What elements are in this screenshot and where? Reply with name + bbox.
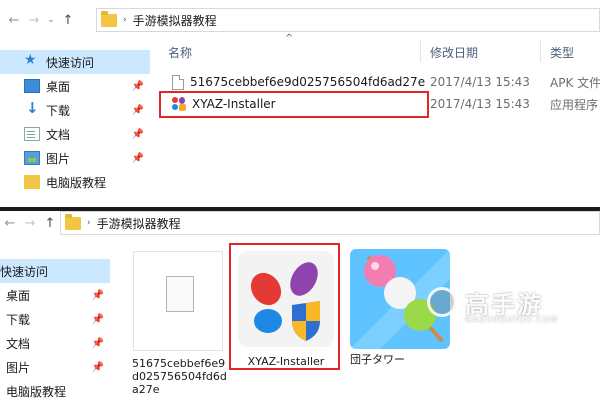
up-arrow-icon[interactable]: ↑	[58, 13, 78, 28]
file-type: APK 文件	[550, 75, 600, 90]
nav-item-label: 快速访问	[46, 55, 95, 70]
back-arrow-icon[interactable]: ←	[0, 216, 20, 231]
folder-icon	[24, 175, 40, 189]
nav-item-downloads[interactable]: 下载 📌	[0, 307, 110, 331]
file-name: 51675cebbef6e9d025756504fd6ad27e	[190, 75, 426, 89]
up-arrow-icon[interactable]: ↑	[40, 216, 60, 231]
pin-icon[interactable]: 📌	[132, 129, 144, 140]
pin-icon[interactable]: 📌	[92, 314, 104, 325]
nav-item-label: 下载	[6, 312, 31, 327]
pin-icon[interactable]: 📌	[92, 290, 104, 301]
nav-item-desktop[interactable]: 桌面 📌	[0, 283, 110, 307]
file-date: 2017/4/13 15:43	[430, 75, 530, 89]
nav-item-documents[interactable]: 文档 📌	[0, 331, 110, 355]
nav-item-label: 图片	[46, 151, 71, 166]
star-icon	[24, 52, 40, 69]
breadcrumb-separator-icon[interactable]: ›	[123, 15, 127, 25]
navigation-pane: 快速访问 桌面 📌 下载 📌 文档 📌 图片 📌 电脑版教程	[0, 259, 110, 400]
file-row[interactable]: 51675cebbef6e9d025756504fd6ad27e 2017/4/…	[166, 72, 600, 92]
nav-item-label: 桌面	[46, 79, 71, 94]
file-tile-label: 51675cebbef6e9d025756504fd6da27e	[132, 357, 227, 396]
picture-icon	[24, 151, 40, 165]
pin-icon[interactable]: 📌	[92, 362, 104, 373]
watermark: 高手游 GAOSHOUYOU.COM	[425, 285, 600, 325]
column-header-type[interactable]: 类型	[550, 44, 574, 61]
blank-file-icon	[172, 74, 184, 90]
breadcrumb-path[interactable]: 手游模拟器教程	[97, 215, 181, 232]
recent-locations-chevron-icon[interactable]: ⌄	[44, 15, 58, 25]
nav-item-downloads[interactable]: 下载 📌	[0, 98, 150, 122]
bottom-navigation-bar: ← → ↑ › 手游模拟器教程	[0, 211, 600, 235]
download-icon	[24, 99, 40, 117]
column-header-date[interactable]: 修改日期	[430, 44, 478, 61]
nav-item-label: 电脑版教程	[46, 175, 107, 190]
nav-item-label: 桌面	[6, 288, 31, 303]
folder-icon	[101, 10, 117, 27]
column-divider[interactable]	[540, 40, 541, 62]
pin-icon[interactable]: 📌	[92, 338, 104, 349]
nav-item-quick-access[interactable]: 快速访问	[0, 259, 110, 283]
nav-item-label: 快速访问	[0, 264, 49, 279]
sort-ascending-icon: ^	[285, 33, 294, 44]
nav-item-tutorial-folder[interactable]: 电脑版教程	[0, 170, 150, 194]
desktop-icon	[24, 79, 40, 93]
navigation-pane: 快速访问 桌面 📌 下载 📌 文档 📌 图片 📌 电脑版教程	[0, 50, 150, 194]
nav-item-pictures[interactable]: 图片 📌	[0, 146, 150, 170]
address-bar[interactable]: › 手游模拟器教程	[60, 211, 600, 235]
highlight-box	[159, 91, 429, 118]
file-date: 2017/4/13 15:43	[430, 97, 530, 111]
nav-item-label: 电脑版教程	[6, 384, 67, 399]
top-explorer-window: ← → ⌄ ↑ › 手游模拟器教程 快速访问 桌面 📌 下载 📌 文档 📌	[0, 0, 600, 207]
nav-item-tutorial-folder[interactable]: 电脑版教程	[0, 379, 110, 400]
folder-icon	[65, 213, 81, 230]
nav-item-documents[interactable]: 文档 📌	[0, 122, 150, 146]
column-header-name[interactable]: 名称	[168, 44, 192, 61]
column-divider[interactable]	[420, 40, 421, 62]
pin-icon[interactable]: 📌	[132, 153, 144, 164]
forward-arrow-icon[interactable]: →	[20, 216, 40, 231]
address-bar[interactable]: › 手游模拟器教程	[96, 8, 600, 32]
nav-item-label: 下载	[46, 103, 71, 118]
pin-icon[interactable]: 📌	[132, 105, 144, 116]
nav-item-pictures[interactable]: 图片 📌	[0, 355, 110, 379]
file-list-header: ^ 名称 修改日期 类型	[158, 33, 600, 64]
breadcrumb-separator-icon[interactable]: ›	[87, 218, 91, 228]
highlight-box	[229, 243, 340, 370]
breadcrumb-path[interactable]: 手游模拟器教程	[133, 12, 217, 29]
nav-item-label: 文档	[46, 127, 71, 142]
nav-item-quick-access[interactable]: 快速访问	[0, 50, 150, 74]
top-navigation-bar: ← → ⌄ ↑ › 手游模拟器教程	[0, 8, 600, 32]
document-icon	[24, 127, 40, 141]
forward-arrow-icon[interactable]: →	[24, 13, 44, 28]
back-arrow-icon[interactable]: ←	[4, 13, 24, 28]
nav-item-label: 文档	[6, 336, 31, 351]
watermark-logo-icon	[427, 287, 457, 317]
file-type: 应用程序	[550, 97, 599, 112]
bottom-explorer-window: ← → ↑ › 手游模拟器教程 快速访问 桌面 📌 下载 📌 文档 📌 图片 📌	[0, 211, 600, 400]
file-tile[interactable]: 51675cebbef6e9d025756504fd6da27e	[128, 251, 228, 396]
file-tile-label: 団子タワー	[350, 353, 405, 366]
watermark-url: GAOSHOUYOU.COM	[465, 315, 559, 324]
nav-item-label: 图片	[6, 360, 31, 375]
nav-item-desktop[interactable]: 桌面 📌	[0, 74, 150, 98]
pin-icon[interactable]: 📌	[132, 81, 144, 92]
blank-file-icon	[133, 251, 223, 351]
